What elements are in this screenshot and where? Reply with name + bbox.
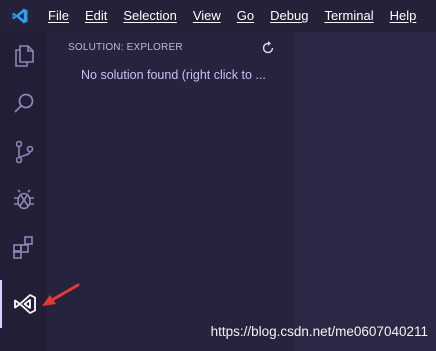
explorer-icon[interactable]: [0, 32, 47, 80]
menu-view[interactable]: View: [185, 0, 229, 32]
solution-explorer-panel: SOLUTION: EXPLORER No solution found (ri…: [47, 32, 294, 351]
watermark-text: https://blog.csdn.net/me0607040211: [210, 324, 428, 339]
panel-title: SOLUTION: EXPLORER: [68, 42, 183, 53]
source-control-icon[interactable]: [0, 128, 47, 176]
vscode-logo-icon: [0, 0, 40, 32]
refresh-icon[interactable]: [260, 40, 276, 56]
menu-edit[interactable]: Edit: [77, 0, 115, 32]
menu-selection[interactable]: Selection: [115, 0, 184, 32]
menu-terminal[interactable]: Terminal: [316, 0, 381, 32]
search-icon[interactable]: [0, 80, 47, 128]
menu-go[interactable]: Go: [229, 0, 262, 32]
menu-file[interactable]: File: [40, 0, 77, 32]
menu-help[interactable]: Help: [382, 0, 425, 32]
editor-area: [294, 32, 436, 351]
empty-solution-message[interactable]: No solution found (right click to ...: [81, 68, 286, 82]
debug-icon[interactable]: [0, 176, 47, 224]
menu-debug[interactable]: Debug: [262, 0, 316, 32]
menu-bar: File Edit Selection View Go Debug Termin…: [0, 0, 436, 32]
annotation-arrow-icon: [42, 283, 80, 306]
extensions-icon[interactable]: [0, 224, 47, 272]
